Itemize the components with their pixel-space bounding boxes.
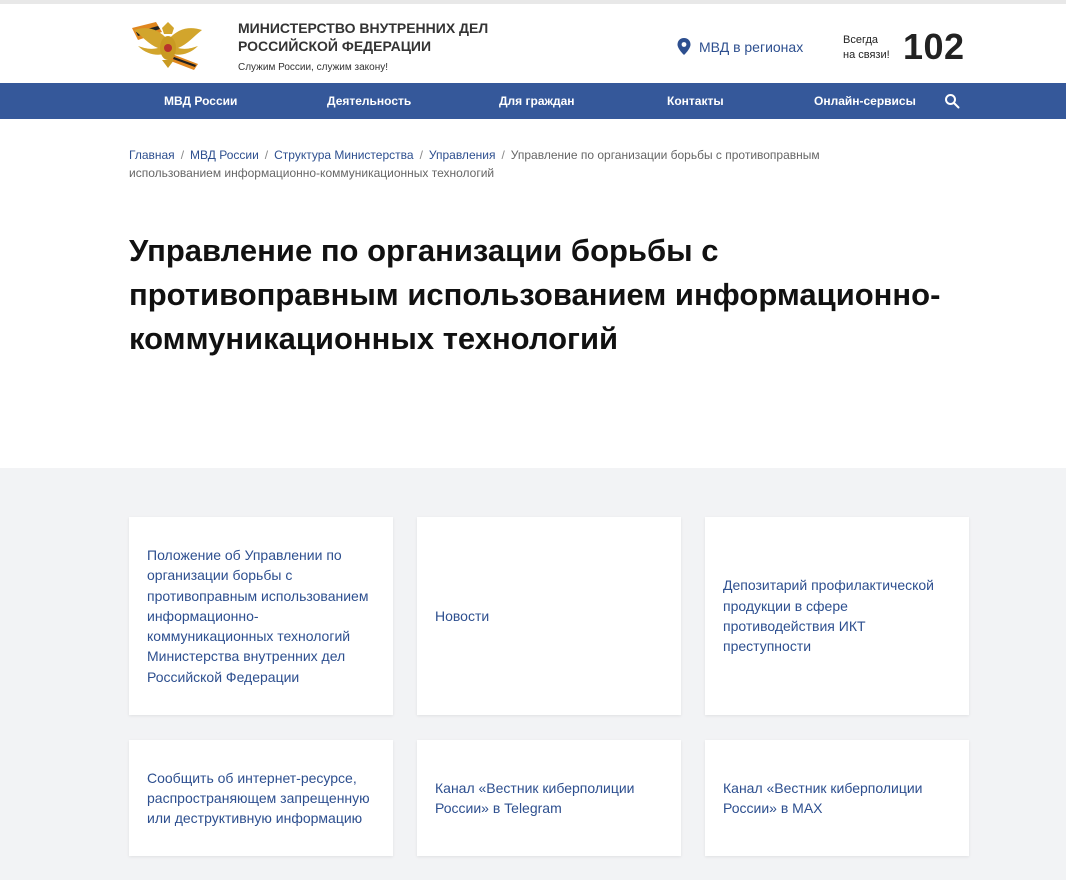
breadcrumb-mvd-russia[interactable]: МВД России — [190, 148, 259, 162]
regions-label: МВД в регионах — [699, 38, 804, 55]
card-report-resource[interactable]: Сообщить об интернет-ресурсе, распростра… — [129, 740, 393, 856]
breadcrumb-home[interactable]: Главная — [129, 148, 175, 162]
location-pin-icon — [677, 38, 691, 55]
hotline-number[interactable]: 102 — [903, 26, 965, 68]
card-label: Новости — [435, 607, 490, 624]
breadcrumb-separator: / — [501, 148, 505, 162]
breadcrumb-separator: / — [264, 148, 269, 162]
breadcrumb-separator: / — [180, 148, 185, 162]
card-max-channel[interactable]: Канал «Вестник киберполиции России» в MA… — [705, 740, 969, 856]
always-line-1: Всегда — [843, 34, 879, 46]
nav-item-online-services[interactable]: Онлайн-сервисы — [814, 83, 916, 119]
site-header: МИНИСТЕРСТВО ВНУТРЕННИХ ДЕЛ РОССИЙСКОЙ Ф… — [0, 0, 1066, 83]
org-title[interactable]: МИНИСТЕРСТВО ВНУТРЕННИХ ДЕЛ РОССИЙСКОЙ Ф… — [238, 19, 518, 55]
card-news[interactable]: Новости — [417, 517, 681, 715]
page-title: Управление по организации борьбы с проти… — [129, 233, 941, 356]
card-depository[interactable]: Депозитарий профилактической продукции в… — [705, 517, 969, 715]
nav-item-activity[interactable]: Деятельность — [327, 83, 411, 119]
nav-item-for-citizens[interactable]: Для граждан — [499, 83, 575, 119]
nav-item-contacts[interactable]: Контакты — [667, 83, 724, 119]
search-icon[interactable] — [944, 93, 960, 109]
cards-section: Положение об Управлении по организации б… — [0, 468, 1066, 880]
always-available-text: Всегда на связи! — [843, 33, 890, 63]
card-label: Депозитарий профилактической продукции в… — [723, 577, 935, 655]
card-label: Сообщить об интернет-ресурсе, распростра… — [147, 769, 370, 827]
nav-item-mvd-russia[interactable]: МВД России — [164, 83, 237, 119]
breadcrumb: Главная / МВД России / Структура Министерств… — [129, 146, 909, 182]
breadcrumb-departments[interactable]: Управления — [429, 148, 496, 162]
breadcrumb-separator: / — [419, 148, 423, 162]
card-regulation[interactable]: Положение об Управлении по организации б… — [129, 517, 393, 715]
main-navigation: МВД России Деятельность Для граждан Конт… — [0, 83, 1066, 119]
card-label: Канал «Вестник киберполиции России» в MA… — [723, 779, 923, 816]
breadcrumb-structure[interactable]: Структура Министерства — [274, 148, 413, 162]
emblem-icon[interactable] — [128, 18, 208, 72]
card-telegram-channel[interactable]: Канал «Вестник киберполиции России» в Te… — [417, 740, 681, 856]
org-motto: Служим России, служим закону! — [238, 62, 388, 73]
card-label: Положение об Управлении по организации б… — [147, 546, 369, 685]
regions-link[interactable]: МВД в регионах — [677, 38, 803, 55]
card-label: Канал «Вестник киберполиции России» в Te… — [435, 779, 635, 816]
always-line-2: на связи! — [843, 49, 890, 61]
